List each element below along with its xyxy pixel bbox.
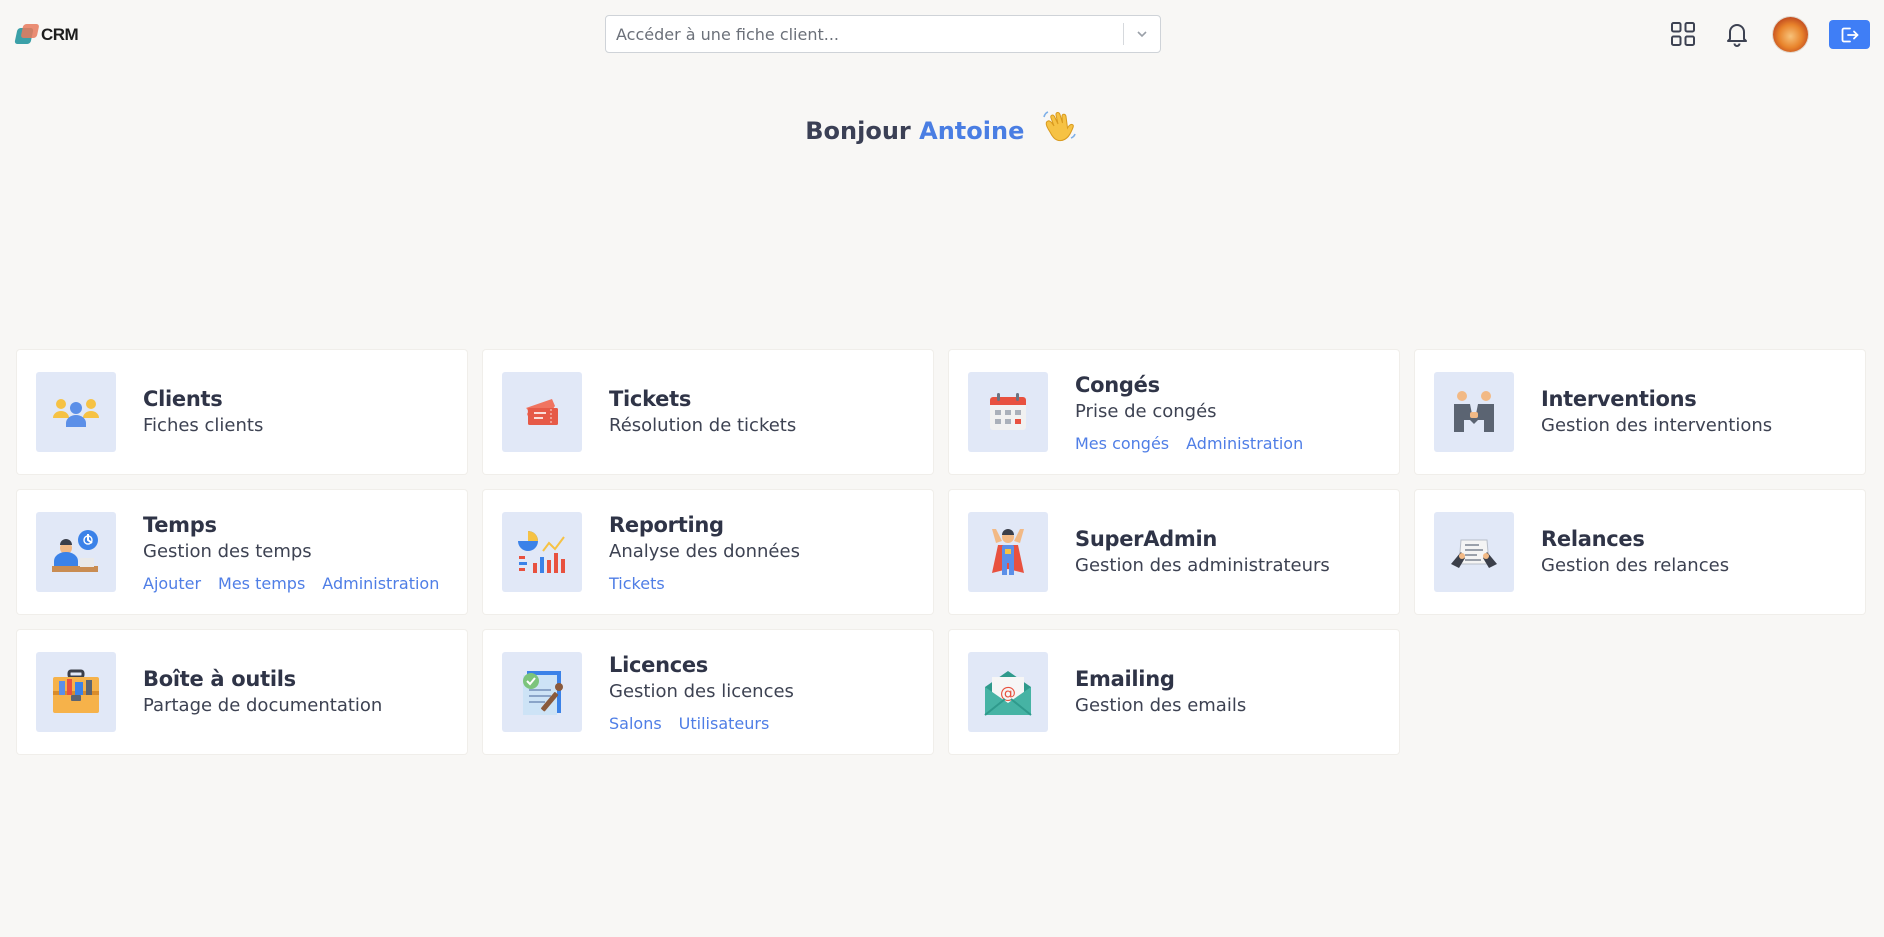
- card-title: Boîte à outils: [143, 667, 296, 691]
- card-title: Temps: [143, 512, 217, 537]
- user-avatar[interactable]: [1773, 17, 1808, 52]
- card-title: Interventions: [1541, 387, 1697, 411]
- toolbox-icon: [36, 652, 116, 732]
- worker-clock-icon: [36, 512, 116, 592]
- card-conges[interactable]: Congés Prise de congés Mes congés Admini…: [949, 350, 1399, 474]
- top-bar: CRM: [0, 0, 1884, 68]
- card-tickets[interactable]: Tickets Résolution de tickets: [483, 350, 933, 474]
- clients-icon: [36, 372, 116, 452]
- chart-icon: [502, 512, 582, 592]
- bell-icon[interactable]: [1719, 16, 1755, 52]
- card-title: Reporting: [609, 512, 724, 537]
- card-title: SuperAdmin: [1075, 527, 1218, 551]
- chevron-down-icon[interactable]: [1124, 16, 1160, 52]
- link-utilisateurs[interactable]: Utilisateurs: [679, 714, 770, 733]
- link-mes-temps[interactable]: Mes temps: [218, 574, 305, 593]
- ticket-icon: [502, 372, 582, 452]
- card-title: Licences: [609, 652, 709, 677]
- card-relances[interactable]: Relances Gestion des relances: [1415, 490, 1865, 614]
- card-subtitle: Prise de congés: [1075, 400, 1217, 422]
- card-subtitle: Gestion des temps: [143, 540, 312, 562]
- link-administration[interactable]: Administration: [1186, 434, 1303, 453]
- card-interventions[interactable]: Interventions Gestion des interventions: [1415, 350, 1865, 474]
- card-subtitle: Résolution de tickets: [609, 415, 797, 436]
- logo-text: CRM: [41, 24, 79, 44]
- greeting-user-name: Antoine: [919, 117, 1025, 145]
- link-ajouter[interactable]: Ajouter: [143, 574, 201, 593]
- license-icon: [502, 652, 582, 732]
- card-subtitle: Gestion des administrateurs: [1075, 555, 1330, 576]
- document-hands-icon: [1434, 512, 1514, 592]
- apps-grid-icon[interactable]: [1665, 16, 1701, 52]
- link-salons[interactable]: Salons: [609, 714, 662, 733]
- card-subtitle: Gestion des relances: [1541, 555, 1730, 576]
- email-icon: @: [968, 652, 1048, 732]
- card-title: Congés: [1075, 372, 1160, 397]
- card-subtitle: Analyse des données: [609, 540, 800, 562]
- logo-mark-icon: [14, 24, 40, 44]
- card-boite-a-outils[interactable]: Boîte à outils Partage de documentation: [17, 630, 467, 754]
- card-links: Salons Utilisateurs: [609, 714, 794, 733]
- card-title: Emailing: [1075, 667, 1175, 691]
- app-cards-grid: Clients Fiches clients Tickets Résolutio…: [17, 350, 1867, 754]
- card-licences[interactable]: Licences Gestion des licences Salons Uti…: [483, 630, 933, 754]
- client-search-input[interactable]: [606, 16, 1123, 52]
- logout-button[interactable]: [1829, 20, 1870, 49]
- card-links: Ajouter Mes temps Administration: [143, 574, 439, 593]
- card-title: Clients: [143, 387, 223, 411]
- client-search[interactable]: [605, 15, 1161, 53]
- logout-icon: [1841, 27, 1858, 42]
- card-superadmin[interactable]: SuperAdmin Gestion des administrateurs: [949, 490, 1399, 614]
- link-tickets[interactable]: Tickets: [609, 574, 665, 593]
- card-reporting[interactable]: Reporting Analyse des données Tickets: [483, 490, 933, 614]
- card-links: Mes congés Administration: [1075, 434, 1303, 453]
- card-subtitle: Partage de documentation: [143, 695, 383, 716]
- card-subtitle: Gestion des emails: [1075, 695, 1247, 716]
- superhero-icon: [968, 512, 1048, 592]
- waving-hand-icon: [1041, 108, 1079, 150]
- link-administration[interactable]: Administration: [322, 574, 439, 593]
- card-title: Relances: [1541, 527, 1645, 551]
- app-logo[interactable]: CRM: [14, 20, 100, 48]
- card-emailing[interactable]: @ Emailing Gestion des emails: [949, 630, 1399, 754]
- card-subtitle: Gestion des interventions: [1541, 415, 1773, 436]
- card-title: Tickets: [609, 387, 692, 411]
- handshake-icon: [1434, 372, 1514, 452]
- link-mes-conges[interactable]: Mes congés: [1075, 434, 1169, 453]
- greeting-prefix: Bonjour: [805, 117, 911, 145]
- card-clients[interactable]: Clients Fiches clients: [17, 350, 467, 474]
- calendar-icon: [968, 372, 1048, 452]
- greeting: Bonjour Antoine: [0, 108, 1884, 150]
- card-links: Tickets: [609, 574, 800, 593]
- card-subtitle: Gestion des licences: [609, 680, 794, 702]
- card-temps[interactable]: Temps Gestion des temps Ajouter Mes temp…: [17, 490, 467, 614]
- card-subtitle: Fiches clients: [143, 415, 264, 436]
